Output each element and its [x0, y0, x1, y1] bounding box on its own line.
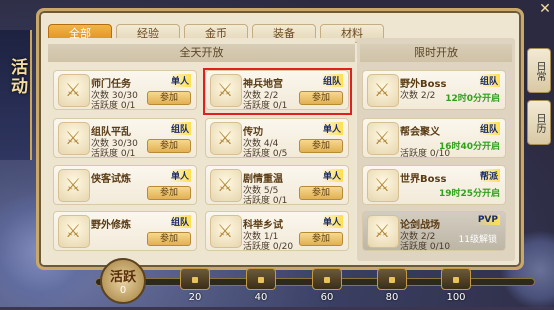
open-timer: 19时25分开启: [438, 189, 500, 199]
open-timer: 16时40分开启: [438, 142, 500, 152]
join-button[interactable]: 参加: [147, 139, 191, 153]
activity-card[interactable]: ⚔ 师门任务 单人 次数 30/30 活跃度 0/1 参加: [53, 70, 197, 111]
card-tag: PVP: [475, 215, 500, 225]
card-tag: 组队: [168, 122, 191, 135]
section-title-limited: 限时开放: [360, 44, 512, 62]
activity-card[interactable]: ⚔ 组队平乱 组队 次数 30/30 活跃度 0/1 参加: [53, 118, 197, 159]
shield-sword-icon: ⚔: [58, 215, 90, 248]
card-activity: 活跃度 0/10: [400, 242, 451, 252]
side-tab-calendar[interactable]: 日历: [527, 100, 551, 145]
activity-card[interactable]: ⚔ 传功 单人 次数 4/4 活跃度 0/5 参加: [205, 118, 349, 159]
section-title-all-day: 全天开放: [48, 44, 355, 62]
shield-sword-icon: ⚔: [367, 169, 399, 202]
card-tag: 单人: [320, 215, 343, 228]
card-tag: 帮派: [477, 169, 500, 182]
join-button[interactable]: 参加: [299, 232, 343, 246]
shield-sword-icon: ⚔: [367, 74, 399, 107]
card-tag: 组队: [168, 215, 191, 228]
shield-sword-icon: ⚔: [58, 169, 90, 202]
card-tag: 单人: [168, 169, 191, 182]
limited-activity-card-locked[interactable]: ⚔ 论剑战场 PVP 次数 2/2 活跃度 0/10 11级解锁: [362, 211, 506, 252]
activity-value: 0: [119, 285, 127, 296]
card-name: 野外修炼: [91, 220, 131, 231]
activity-card[interactable]: ⚔ 侠客试炼 单人 参加: [53, 165, 197, 205]
milestone-label: 100: [446, 292, 466, 303]
card-name: 世界Boss: [400, 174, 447, 185]
card-activity: 活跃度 0/1: [91, 101, 136, 111]
card-tag: 单人: [168, 74, 191, 87]
activity-points-badge: 活跃 0: [100, 258, 146, 304]
join-button[interactable]: 参加: [147, 186, 191, 200]
card-count: 次数 2/2: [400, 91, 436, 101]
card-activity: 活跃度 0/20: [243, 242, 294, 252]
limited-activity-card[interactable]: ⚔ 帮会聚义 组队 活跃度 0/10 16时40分开启: [362, 118, 506, 159]
milestone-label: 40: [254, 292, 268, 303]
card-tag: 组队: [477, 122, 500, 135]
selection-highlight: [203, 68, 352, 115]
join-button[interactable]: 参加: [147, 232, 191, 246]
treasure-chest-icon[interactable]: [246, 268, 276, 290]
treasure-chest-icon[interactable]: [180, 268, 210, 290]
activity-card[interactable]: ⚔ 剧情重温 单人 次数 5/5 活跃度 0/1 参加: [205, 165, 349, 206]
card-name: 侠客试炼: [91, 174, 131, 185]
side-tab-daily[interactable]: 日常: [527, 48, 551, 93]
shield-sword-icon: ⚔: [210, 169, 242, 202]
join-button[interactable]: 参加: [299, 139, 343, 153]
close-icon[interactable]: ✕: [536, 0, 554, 18]
window-title: 活动: [7, 58, 27, 96]
shield-sword-icon: ⚔: [367, 215, 399, 248]
card-activity: 活跃度 0/1: [243, 196, 288, 206]
limited-activity-card[interactable]: ⚔ 野外Boss 组队 次数 2/2 12时0分开启: [362, 70, 506, 110]
card-activity: 活跃度 0/5: [243, 149, 288, 159]
treasure-chest-icon[interactable]: [377, 268, 407, 290]
unlock-requirement: 11级解锁: [458, 235, 497, 245]
card-tag: 单人: [320, 169, 343, 182]
milestone-label: 60: [320, 292, 334, 303]
shield-sword-icon: ⚔: [367, 122, 399, 155]
join-button[interactable]: 参加: [147, 91, 191, 105]
card-tag: 单人: [320, 122, 343, 135]
shield-sword-icon: ⚔: [210, 215, 242, 248]
card-tag: 组队: [477, 74, 500, 87]
milestone-label: 80: [385, 292, 399, 303]
shield-sword-icon: ⚔: [58, 122, 90, 155]
treasure-chest-icon[interactable]: [441, 268, 471, 290]
milestone-label: 20: [188, 292, 202, 303]
activity-card[interactable]: ⚔ 野外修炼 组队 参加: [53, 211, 197, 251]
open-timer: 12时0分开启: [445, 94, 500, 104]
limited-activity-card[interactable]: ⚔ 世界Boss 帮派 19时25分开启: [362, 165, 506, 205]
join-button[interactable]: 参加: [299, 186, 343, 200]
activity-card[interactable]: ⚔ 科举乡试 单人 次数 1/1 活跃度 0/20 参加: [205, 211, 349, 252]
card-name: 帮会聚义: [400, 127, 440, 138]
card-activity: 活跃度 0/1: [91, 149, 136, 159]
activity-label: 活跃: [109, 270, 136, 285]
shield-sword-icon: ⚔: [210, 122, 242, 155]
treasure-chest-icon[interactable]: [312, 268, 342, 290]
shield-sword-icon: ⚔: [58, 74, 90, 107]
